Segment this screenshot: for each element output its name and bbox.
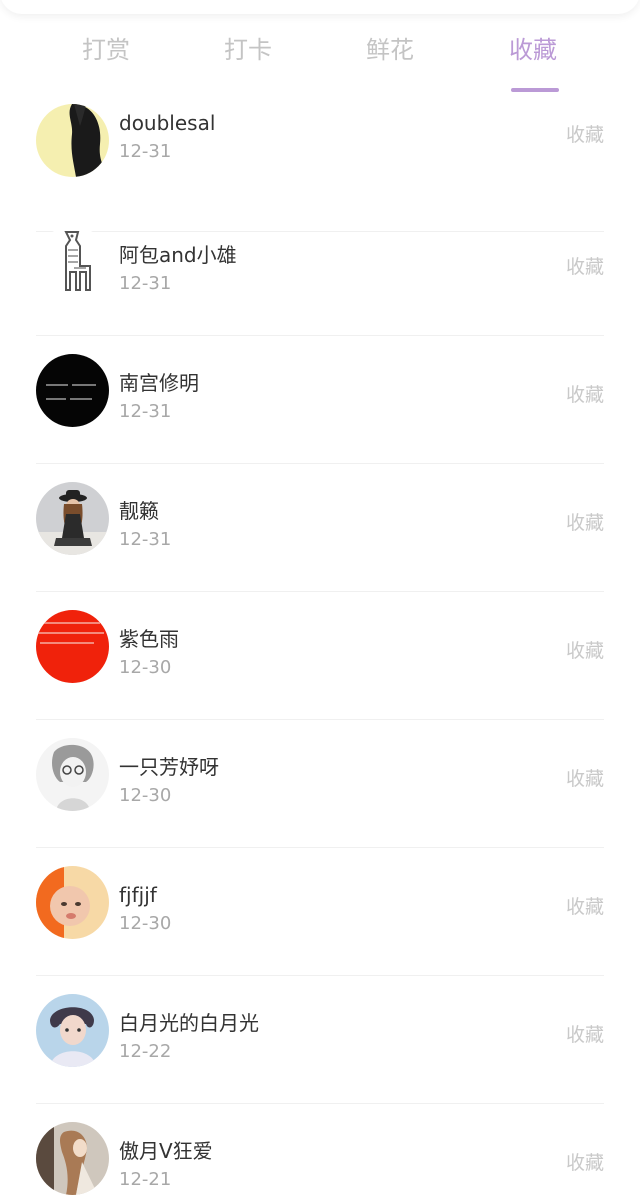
item-date: 12-31 xyxy=(119,141,172,162)
user-name: 阿包and小雄 xyxy=(119,243,237,267)
avatar[interactable] xyxy=(36,994,109,1067)
tab-favorites[interactable]: 收藏 xyxy=(473,34,593,92)
tab-flowers[interactable]: 鲜花 xyxy=(330,34,450,66)
favorite-button[interactable]: 收藏 xyxy=(566,510,604,536)
avatar[interactable] xyxy=(36,104,109,177)
item-date: 12-30 xyxy=(119,657,172,678)
favorite-button[interactable]: 收藏 xyxy=(566,766,604,792)
favorite-button[interactable]: 收藏 xyxy=(566,894,604,920)
avatar[interactable] xyxy=(36,1122,109,1195)
item-date: 12-30 xyxy=(119,785,172,806)
user-name: 傲月V狂爱 xyxy=(119,1139,213,1163)
item-date: 12-31 xyxy=(119,273,172,294)
favorite-button[interactable]: 收藏 xyxy=(566,254,604,280)
tab-reward[interactable]: 打赏 xyxy=(46,34,166,66)
tab-checkin[interactable]: 打卡 xyxy=(188,34,308,66)
list-item[interactable]: 南宫修明 12-31 收藏 xyxy=(0,336,640,464)
list-item[interactable]: 一只芳妤呀 12-30 收藏 xyxy=(0,720,640,848)
avatar[interactable] xyxy=(36,610,109,683)
top-card xyxy=(0,0,640,14)
list-item[interactable]: 白月光的白月光 12-22 收藏 xyxy=(0,976,640,1104)
tab-bar: 打赏 打卡 鲜花 收藏 xyxy=(0,22,640,92)
user-name: doublesal xyxy=(119,111,216,135)
item-date: 12-31 xyxy=(119,401,172,422)
avatar[interactable] xyxy=(36,226,109,299)
avatar[interactable] xyxy=(36,738,109,811)
user-name: 紫色雨 xyxy=(119,627,179,651)
user-name: 一只芳妤呀 xyxy=(119,755,219,779)
list-item[interactable]: fjfjjf 12-30 收藏 xyxy=(0,848,640,976)
list-item[interactable]: 阿包and小雄 12-31 收藏 xyxy=(0,208,640,336)
avatar[interactable] xyxy=(36,866,109,939)
user-name: fjfjjf xyxy=(119,883,157,907)
user-name: 南宫修明 xyxy=(119,371,199,395)
favorites-page: 打赏 打卡 鲜花 收藏 doublesal 12-31 收藏 阿包and小雄 1… xyxy=(0,0,640,1201)
favorite-button[interactable]: 收藏 xyxy=(566,638,604,664)
user-name: 白月光的白月光 xyxy=(119,1011,259,1035)
favorite-button[interactable]: 收藏 xyxy=(566,122,604,148)
item-date: 12-31 xyxy=(119,529,172,550)
avatar[interactable] xyxy=(36,354,109,427)
list-item[interactable]: 傲月V狂爱 12-21 收藏 xyxy=(0,1104,640,1201)
user-name: 靓籁 xyxy=(119,499,159,523)
favorite-button[interactable]: 收藏 xyxy=(566,1150,604,1176)
item-date: 12-30 xyxy=(119,913,172,934)
tab-active-indicator xyxy=(511,88,559,92)
item-date: 12-22 xyxy=(119,1041,172,1062)
list-item[interactable]: 靓籁 12-31 收藏 xyxy=(0,464,640,592)
item-date: 12-21 xyxy=(119,1169,172,1190)
favorite-button[interactable]: 收藏 xyxy=(566,1022,604,1048)
favorite-button[interactable]: 收藏 xyxy=(566,382,604,408)
avatar[interactable] xyxy=(36,482,109,555)
list-item[interactable]: 紫色雨 12-30 收藏 xyxy=(0,592,640,720)
